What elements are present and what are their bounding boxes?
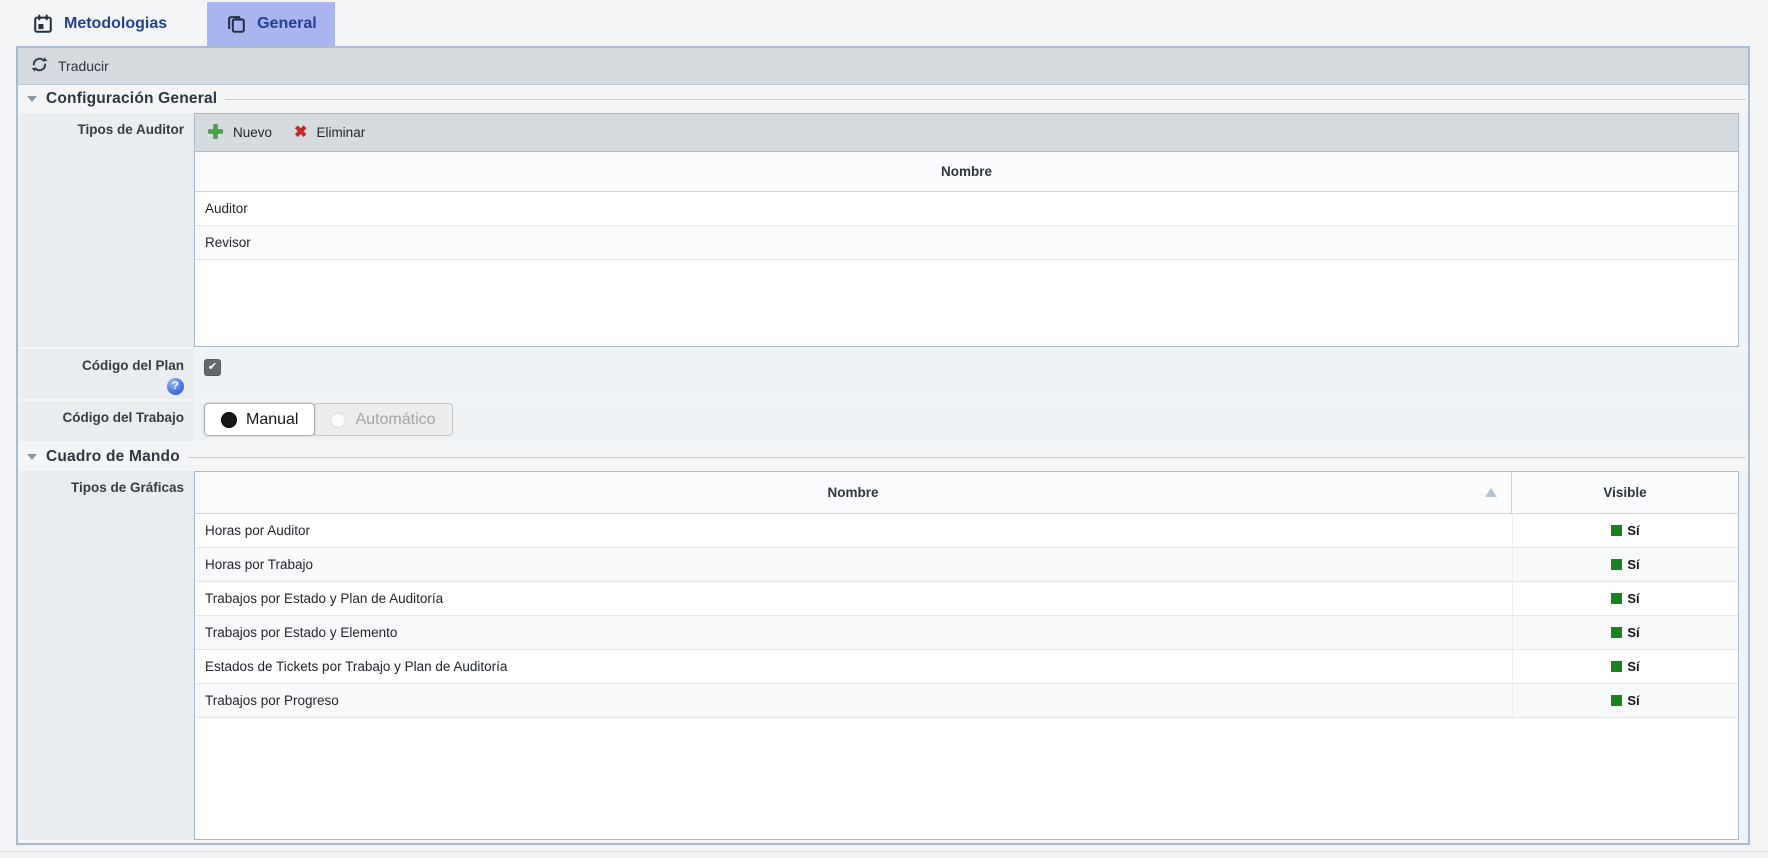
x-icon: ✖ [294, 125, 307, 141]
tipos-de-graficas-label: Tipos de Gráficas [71, 480, 184, 497]
field-column: ✔ [194, 349, 1748, 399]
column-header-visible[interactable]: Visible [1512, 472, 1738, 513]
tab-label: General [257, 15, 317, 33]
tab-general[interactable]: General [207, 2, 335, 46]
chart-types-table: Nombre Visible Horas por Auditor Sí Hora… [194, 471, 1739, 840]
radio-unselected-icon [330, 412, 346, 428]
table-empty-area [195, 718, 1738, 839]
table-row-auditor[interactable]: Auditor [195, 192, 1738, 226]
new-button-label: Nuevo [233, 125, 272, 140]
table-row[interactable]: Estados de Tickets por Trabajo y Plan de… [195, 650, 1738, 684]
section-divider [225, 99, 1746, 100]
green-square-icon [1611, 593, 1622, 604]
section-title: Cuadro de Mando [46, 448, 180, 466]
bottom-strip [0, 845, 1768, 858]
section-header-cuadro-de-mando: Cuadro de Mando [18, 443, 1748, 471]
visible-cell: Sí [1512, 548, 1738, 581]
field-column: Nombre Visible Horas por Auditor Sí Hora… [194, 471, 1748, 840]
field-column: Nuevo ✖ Eliminar Nombre Auditor Revisor [194, 113, 1748, 347]
table-row[interactable]: Horas por Trabajo Sí [195, 548, 1738, 582]
settings-content: Configuración General Tipos de Auditor [18, 85, 1748, 843]
radio-selected-icon [221, 412, 237, 428]
column-header-label: Nombre [827, 485, 878, 500]
chart-name: Estados de Tickets por Trabajo y Plan de… [195, 650, 1512, 683]
section-divider [188, 457, 1746, 458]
chart-types-header: Nombre Visible [195, 472, 1738, 514]
field-column: Manual Automático [194, 401, 1748, 441]
chart-name: Trabajos por Estado y Elemento [195, 616, 1512, 649]
table-row[interactable]: Horas por Auditor Sí [195, 514, 1738, 548]
table-row[interactable]: Trabajos por Progreso Sí [195, 684, 1738, 718]
radio-automatico[interactable]: Automático [313, 403, 452, 436]
collapse-triangle-icon[interactable] [27, 96, 37, 107]
form-row-tipos-de-auditor: Tipos de Auditor Nuevo [18, 113, 1748, 347]
visible-cell: Sí [1512, 582, 1738, 615]
visible-value: Sí [1627, 523, 1639, 538]
visible-cell: Sí [1512, 684, 1738, 717]
translate-label: Traducir [58, 58, 109, 74]
green-square-icon [1611, 661, 1622, 672]
visible-value: Sí [1627, 625, 1639, 640]
sort-ascending-icon [1485, 488, 1497, 497]
visible-cell: Sí [1512, 514, 1738, 547]
chart-name: Trabajos por Progreso [195, 684, 1512, 717]
collapse-triangle-icon[interactable] [27, 454, 37, 465]
section-header-configuracion-general: Configuración General [18, 85, 1748, 113]
codigo-del-trabajo-label: Código del Trabajo [62, 410, 184, 427]
visible-value: Sí [1627, 591, 1639, 606]
help-icon[interactable]: ? [167, 378, 184, 395]
chart-name: Trabajos por Estado y Plan de Auditoría [195, 582, 1512, 615]
green-square-icon [1611, 525, 1622, 536]
chart-name: Horas por Trabajo [195, 548, 1512, 581]
tipos-de-auditor-label: Tipos de Auditor [78, 122, 185, 139]
form-row-codigo-del-trabajo: Código del Trabajo Manual Automático [18, 401, 1748, 441]
translate-button[interactable]: Traducir [30, 55, 109, 77]
green-square-icon [1611, 559, 1622, 570]
visible-value: Sí [1627, 659, 1639, 674]
visible-value: Sí [1627, 557, 1639, 572]
radio-manual-label: Manual [246, 411, 298, 429]
codigo-del-plan-label: Código del Plan [82, 358, 184, 375]
panel-toolbar: Traducir [18, 48, 1748, 85]
radio-automatico-label: Automático [355, 411, 435, 429]
column-header-nombre[interactable]: Nombre [195, 472, 1512, 513]
tab-metodologias[interactable]: Metodologias [14, 2, 185, 46]
table-row-revisor[interactable]: Revisor [195, 226, 1738, 260]
delete-button[interactable]: ✖ Eliminar [294, 125, 365, 141]
label-column: Código del Plan ? [18, 349, 194, 399]
calendar-icon [32, 13, 54, 35]
sync-icon [30, 55, 49, 77]
label-column: Tipos de Gráficas [18, 471, 194, 840]
visible-cell: Sí [1512, 616, 1738, 649]
label-column: Tipos de Auditor [18, 113, 194, 347]
table-row[interactable]: Trabajos por Estado y Elemento Sí [195, 616, 1738, 650]
table-row[interactable]: Trabajos por Estado y Plan de Auditoría … [195, 582, 1738, 616]
main-panel: Traducir Configuración General Tipos de … [16, 46, 1750, 845]
radio-manual[interactable]: Manual [204, 403, 315, 436]
plus-icon [207, 123, 224, 143]
tab-label: Metodologias [64, 15, 167, 33]
delete-button-label: Eliminar [316, 125, 365, 140]
form-row-tipos-de-graficas: Tipos de Gráficas Nombre Visible Horas p… [18, 471, 1748, 840]
visible-cell: Sí [1512, 650, 1738, 683]
green-square-icon [1611, 627, 1622, 638]
label-column: Código del Trabajo [18, 401, 194, 441]
green-square-icon [1611, 695, 1622, 706]
chart-name: Horas por Auditor [195, 514, 1512, 547]
visible-value: Sí [1627, 693, 1639, 708]
table-empty-area [195, 260, 1738, 346]
new-button[interactable]: Nuevo [207, 123, 272, 143]
section-title: Configuración General [46, 90, 217, 108]
clipboard-icon [225, 13, 247, 35]
auditor-types-toolbar: Nuevo ✖ Eliminar [195, 114, 1738, 152]
plan-code-checkbox[interactable]: ✔ [204, 359, 221, 376]
tab-bar: Metodologias General [0, 0, 1768, 46]
form-row-codigo-del-plan: Código del Plan ? ✔ [18, 349, 1748, 399]
work-code-toggle: Manual Automático [204, 403, 453, 436]
column-header-nombre[interactable]: Nombre [195, 152, 1738, 192]
auditor-types-table: Nuevo ✖ Eliminar Nombre Auditor Revisor [194, 113, 1739, 347]
